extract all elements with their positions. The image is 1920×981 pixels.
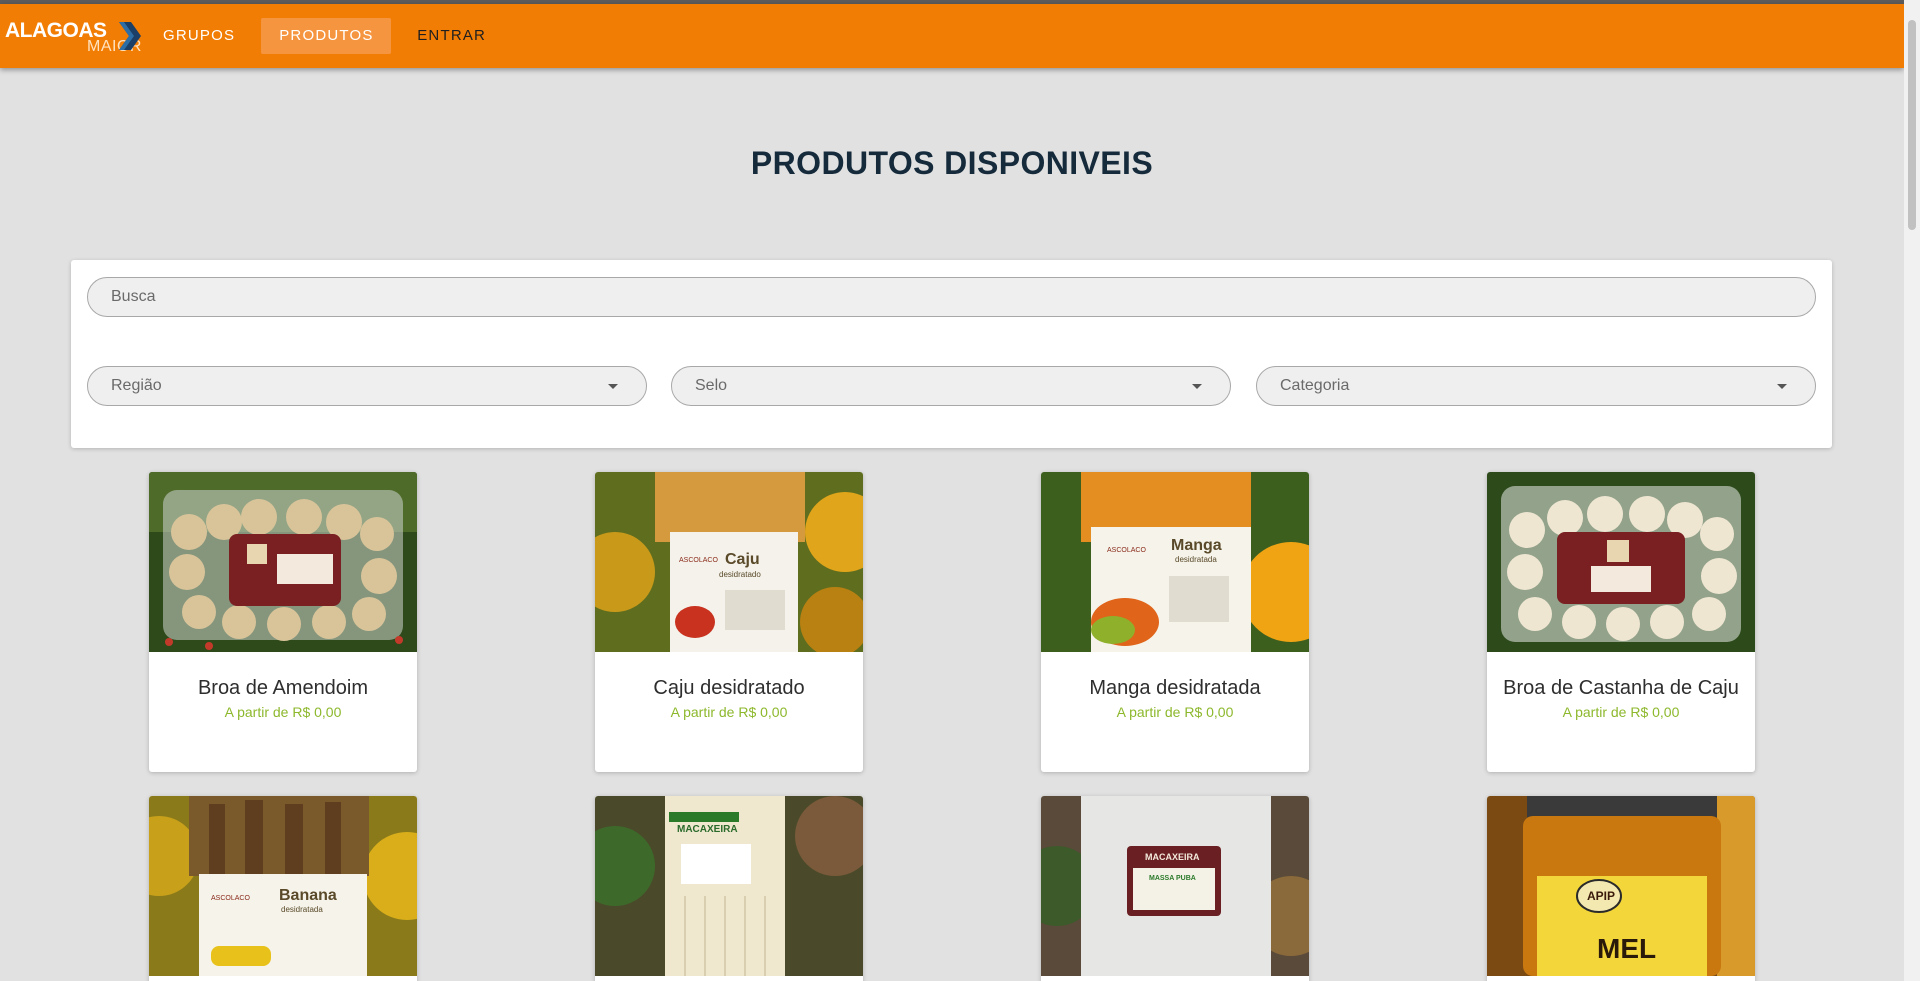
brand-logo[interactable]: ALAGOAS MAIOR (5, 4, 145, 68)
product-card[interactable]: Broa de Castanha de Caju A partir de R$ … (1487, 472, 1755, 772)
product-card[interactable]: Caju desidratado ASCOLACO Caju desidrata… (595, 472, 863, 772)
product-image: APIP MEL (1487, 796, 1755, 976)
product-image: MACAXEIRA (595, 796, 863, 976)
broa-castanha-photo (1487, 472, 1755, 652)
product-card[interactable]: Banana desidratada ASCOLACO (149, 796, 417, 981)
chevron-down-icon (608, 384, 618, 389)
product-price: A partir de R$ 0,00 (670, 704, 788, 720)
product-image (149, 472, 417, 652)
nav-entrar[interactable]: ENTRAR (399, 18, 504, 54)
svg-text:MEL: MEL (1597, 933, 1656, 964)
svg-text:desidratada: desidratada (281, 905, 323, 914)
product-price: A partir de R$ 0,00 (1562, 704, 1680, 720)
product-price: A partir de R$ 0,00 (224, 704, 342, 720)
product-name: Caju desidratado (653, 677, 805, 699)
category-select[interactable]: Categoria (1256, 366, 1816, 406)
region-select-label: Região (111, 377, 162, 394)
product-card[interactable]: Manga desidratada ASCOLACO Manga desidra… (1041, 472, 1309, 772)
product-image (1487, 472, 1755, 652)
macaxeira-photo: MACAXEIRA (595, 796, 863, 976)
product-image: Caju desidratado ASCOLACO (595, 472, 863, 652)
top-navbar: ALAGOAS MAIOR GRUPOS PRODUTOS ENTRAR (0, 4, 1904, 68)
page-title: PRODUTOS DISPONIVEIS (750, 145, 1154, 181)
svg-text:MACAXEIRA: MACAXEIRA (1145, 852, 1200, 862)
product-image: MACAXEIRA MASSA PUBA (1041, 796, 1309, 976)
page-scrollbar[interactable] (1904, 0, 1920, 981)
search-input[interactable] (87, 277, 1816, 317)
product-card[interactable]: APIP MEL (1487, 796, 1755, 981)
product-name: Broa de Castanha de Caju (1503, 677, 1739, 699)
product-name: Manga desidratada (1089, 677, 1261, 699)
svg-text:desidratado: desidratado (719, 570, 761, 579)
brand-arrow-icon (119, 22, 141, 50)
svg-text:Manga: Manga (1171, 537, 1222, 554)
region-select[interactable]: Região (87, 366, 647, 406)
massa-puba-photo: MACAXEIRA MASSA PUBA (1041, 796, 1309, 976)
product-image: Banana desidratada ASCOLACO (149, 796, 417, 976)
chevron-down-icon (1192, 384, 1202, 389)
nav-grupos[interactable]: GRUPOS (145, 18, 253, 54)
product-card[interactable]: Broa de Amendoim A partir de R$ 0,00 (149, 472, 417, 772)
caju-photo: Caju desidratado ASCOLACO (595, 472, 863, 652)
banana-photo: Banana desidratada ASCOLACO (149, 796, 417, 976)
seal-select-label: Selo (695, 377, 728, 394)
seal-select[interactable]: Selo (671, 366, 1231, 406)
chevron-down-icon (1777, 384, 1787, 389)
svg-text:Banana: Banana (279, 887, 337, 904)
category-select-label: Categoria (1280, 377, 1350, 394)
nav-produtos[interactable]: PRODUTOS (261, 18, 392, 54)
scrollbar-thumb[interactable] (1908, 20, 1916, 230)
manga-photo: Manga desidratada ASCOLACO (1041, 472, 1309, 652)
svg-text:APIP: APIP (1587, 889, 1615, 903)
svg-text:Caju: Caju (725, 551, 760, 568)
product-image: Manga desidratada ASCOLACO (1041, 472, 1309, 652)
broa-amendoim-photo (149, 472, 417, 652)
filter-panel: Região Selo Categoria (71, 260, 1832, 448)
product-card[interactable]: MACAXEIRA (595, 796, 863, 981)
svg-text:desidratada: desidratada (1175, 555, 1217, 564)
svg-text:MACAXEIRA: MACAXEIRA (677, 824, 738, 835)
product-price: A partir de R$ 0,00 (1116, 704, 1234, 720)
product-card[interactable]: MACAXEIRA MASSA PUBA (1041, 796, 1309, 981)
svg-text:ASCOLACO: ASCOLACO (679, 557, 718, 564)
svg-text:MASSA PUBA: MASSA PUBA (1149, 875, 1196, 882)
svg-text:ASCOLACO: ASCOLACO (1107, 547, 1146, 554)
mel-photo: APIP MEL (1487, 796, 1755, 976)
product-name: Broa de Amendoim (197, 677, 369, 699)
svg-text:ASCOLACO: ASCOLACO (211, 895, 250, 902)
